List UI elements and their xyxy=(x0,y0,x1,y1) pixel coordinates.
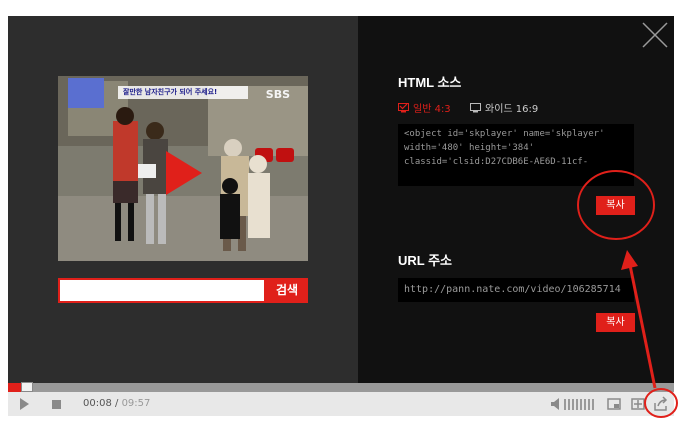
search-input[interactable] xyxy=(58,278,266,303)
channel-logo: SBS xyxy=(265,88,290,101)
video-player: 잘만한 남자친구가 되어 주세요! SBS 검색 HTML 소스 일반 4:3 … xyxy=(8,16,674,416)
video-caption: 잘만한 남자친구가 되어 주세요! xyxy=(123,88,218,96)
url-field[interactable]: http://pann.nate.com/video/106285714 xyxy=(398,278,634,302)
ratio-wide-label: 와이드 16:9 xyxy=(485,104,539,115)
progress-bar[interactable] xyxy=(8,382,674,392)
total-time: 09:57 xyxy=(121,398,151,409)
ratio-normal-option[interactable]: 일반 4:3 xyxy=(398,100,451,115)
program-logo xyxy=(68,78,104,108)
control-bar: 00:08 / 09:57 xyxy=(8,392,674,416)
fullscreen-icon[interactable] xyxy=(630,396,646,412)
volume-icon[interactable] xyxy=(550,396,562,412)
share-icon[interactable] xyxy=(653,396,669,412)
stop-icon[interactable] xyxy=(48,396,64,412)
share-pane: HTML 소스 일반 4:3 와이드 16:9 <object id='skpl… xyxy=(358,16,674,383)
code-line: <object id='skplayer' name='skplayer' xyxy=(404,129,605,139)
code-line: width='480' height='384' xyxy=(404,143,535,153)
copy-html-button[interactable]: 복사 xyxy=(596,196,635,215)
html-source-code[interactable]: <object id='skplayer' name='skplayer' wid… xyxy=(398,124,634,186)
current-time: 00:08 xyxy=(83,398,112,409)
monitor-icon xyxy=(470,102,481,112)
ratio-normal-label: 일반 4:3 xyxy=(413,104,451,115)
html-source-title: HTML 소스 xyxy=(398,75,462,90)
checked-monitor-icon xyxy=(398,102,409,112)
url-title: URL 주소 xyxy=(398,253,453,268)
time-separator: / xyxy=(111,398,122,409)
volume-slider[interactable] xyxy=(564,396,598,412)
code-line: classid='clsid:D27CDB6E-AE6D-11cf- xyxy=(404,157,589,167)
ratio-wide-option[interactable]: 와이드 16:9 xyxy=(470,100,538,115)
progress-fill xyxy=(8,383,21,392)
close-icon[interactable] xyxy=(642,22,668,48)
screen-size-icon[interactable] xyxy=(606,396,622,412)
preview-pane: 잘만한 남자친구가 되어 주세요! SBS 검색 xyxy=(8,16,358,383)
search-box: 검색 xyxy=(58,278,308,303)
play-icon[interactable] xyxy=(16,396,32,412)
time-display: 00:08 / 09:57 xyxy=(83,396,150,412)
play-overlay-icon[interactable] xyxy=(166,151,202,195)
progress-handle[interactable] xyxy=(21,382,33,392)
copy-url-button[interactable]: 복사 xyxy=(596,313,635,332)
search-button[interactable]: 검색 xyxy=(266,278,308,303)
video-thumbnail[interactable]: 잘만한 남자친구가 되어 주세요! SBS xyxy=(58,76,308,261)
